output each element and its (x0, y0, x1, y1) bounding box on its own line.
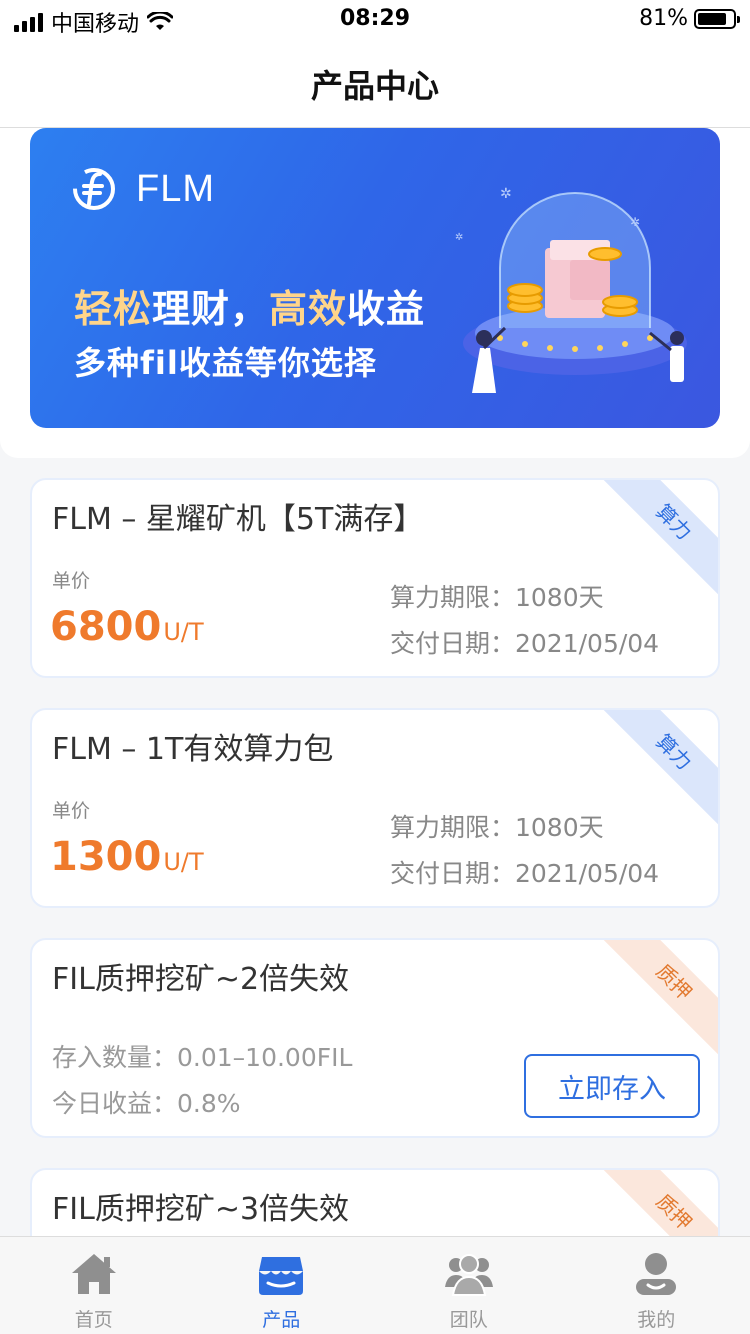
deposit-amount: 存入数量：0.01–10.00FIL (52, 1043, 353, 1072)
product-title: FLM – 1T有效算力包 (52, 732, 334, 767)
tab-home[interactable]: 首页 (0, 1237, 188, 1334)
banner-brand-text: FLM (136, 167, 215, 210)
price-label: 单价 (52, 800, 91, 822)
product-title: FLM – 星耀矿机【5T满存】 (52, 502, 424, 537)
delivery-date: 交付日期：2021/05/04 (390, 629, 660, 658)
product-card[interactable]: FLM – 1T有效算力包 算力 单价 1300U/T 算力期限：1080天 交… (30, 708, 720, 908)
price-label: 单价 (52, 570, 91, 592)
battery-percent: 81% (639, 6, 688, 31)
product-tag-badge: 算力 (596, 710, 718, 830)
slogan-highlight-1: 轻松 (74, 287, 153, 331)
banner-slogan: 轻松理财，高效收益 (74, 278, 425, 333)
compute-period: 算力期限：1080天 (390, 813, 604, 842)
status-bar: 中国移动 08:29 81% (0, 0, 750, 40)
tab-label: 首页 (74, 1309, 113, 1331)
product-price: 6800U/T (50, 604, 204, 650)
status-right: 81% (639, 6, 740, 31)
price-value: 1300 (50, 834, 162, 880)
tab-products[interactable]: 产品 (188, 1237, 376, 1334)
product-card[interactable]: FLM – 星耀矿机【5T满存】 算力 单价 6800U/T 算力期限：1080… (30, 478, 720, 678)
product-price: 1300U/T (50, 834, 204, 880)
price-unit: U/T (163, 618, 204, 646)
svg-text:✲: ✲ (630, 215, 640, 229)
slogan-text-1: 理财， (152, 287, 270, 331)
price-value: 6800 (50, 604, 162, 650)
svg-text:✲: ✲ (500, 186, 512, 202)
daily-yield: 今日收益：0.8% (52, 1089, 241, 1118)
coin-dome-illustration: ✲ ✲ ✲ (455, 186, 687, 393)
slogan-text-2: 收益 (347, 287, 426, 331)
compute-period: 算力期限：1080天 (390, 583, 604, 612)
slogan-highlight-2: 高效 (269, 287, 348, 331)
bottom-tab-bar: 首页 产品 团队 我的 (0, 1236, 750, 1334)
tab-team[interactable]: 团队 (375, 1237, 563, 1334)
profile-icon (636, 1253, 677, 1295)
svg-text:✲: ✲ (455, 232, 463, 243)
flm-logo-icon (73, 168, 115, 210)
tab-label: 产品 (262, 1309, 301, 1331)
tab-label: 我的 (637, 1309, 676, 1331)
price-unit: U/T (163, 848, 204, 876)
banner-subslogan: 多种fil收益等你选择 (74, 344, 377, 382)
page-title: 产品中心 (310, 66, 439, 105)
banner-brand: FLM (70, 166, 215, 212)
pledge-card[interactable]: FIL质押挖矿~2倍失效 质押 存入数量：0.01–10.00FIL 今日收益：… (30, 938, 720, 1138)
pledge-title: FIL质押挖矿~3倍失效 (52, 1192, 350, 1227)
banner-section: FLM 轻松理财，高效收益 多种fil收益等你选择 ✲ ✲ ✲ (0, 128, 750, 458)
team-icon (444, 1254, 493, 1296)
delivery-date: 交付日期：2021/05/04 (390, 859, 660, 888)
status-time: 08:29 (339, 6, 411, 31)
pledge-tag-badge: 质押 (596, 940, 718, 1060)
deposit-now-button[interactable]: 立即存入 (524, 1054, 700, 1118)
product-icon (259, 1257, 304, 1295)
battery-icon (694, 8, 740, 29)
pledge-title: FIL质押挖矿~2倍失效 (52, 962, 350, 997)
nav-header: 产品中心 (0, 40, 750, 128)
home-icon (71, 1254, 116, 1294)
tab-profile[interactable]: 我的 (563, 1237, 750, 1334)
product-tag-badge: 算力 (596, 480, 718, 600)
promo-banner[interactable]: FLM 轻松理财，高效收益 多种fil收益等你选择 ✲ ✲ ✲ (30, 128, 720, 428)
tab-label: 团队 (449, 1309, 488, 1331)
